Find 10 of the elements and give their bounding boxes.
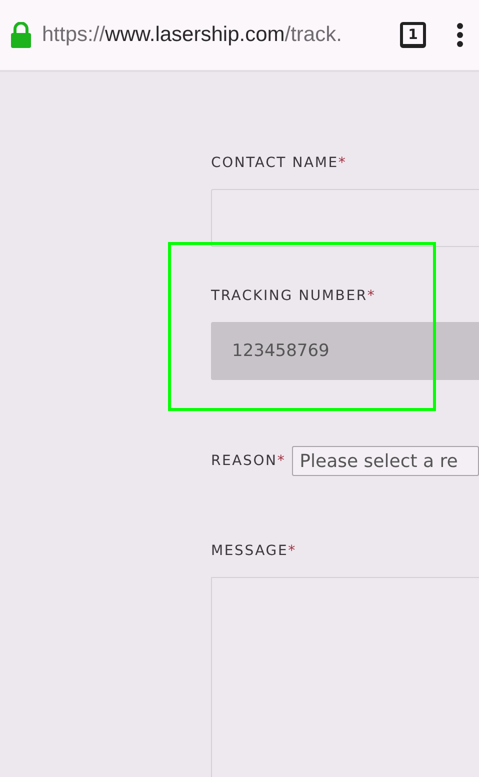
field-label: CONTACT NAME* xyxy=(211,155,347,171)
reason-dropdown[interactable]: Please select a re xyxy=(292,446,479,476)
field-label: REASON* xyxy=(211,453,286,469)
field-label: TRACKING NUMBER* xyxy=(211,288,376,304)
tab-count-button[interactable]: 1 xyxy=(400,22,426,48)
text-field[interactable] xyxy=(211,189,479,247)
url-field[interactable]: https://www.lasership.com/track. xyxy=(42,23,372,47)
message-field[interactable] xyxy=(211,577,479,777)
menu-icon[interactable] xyxy=(456,23,464,47)
field-label: MESSAGE* xyxy=(211,543,296,559)
